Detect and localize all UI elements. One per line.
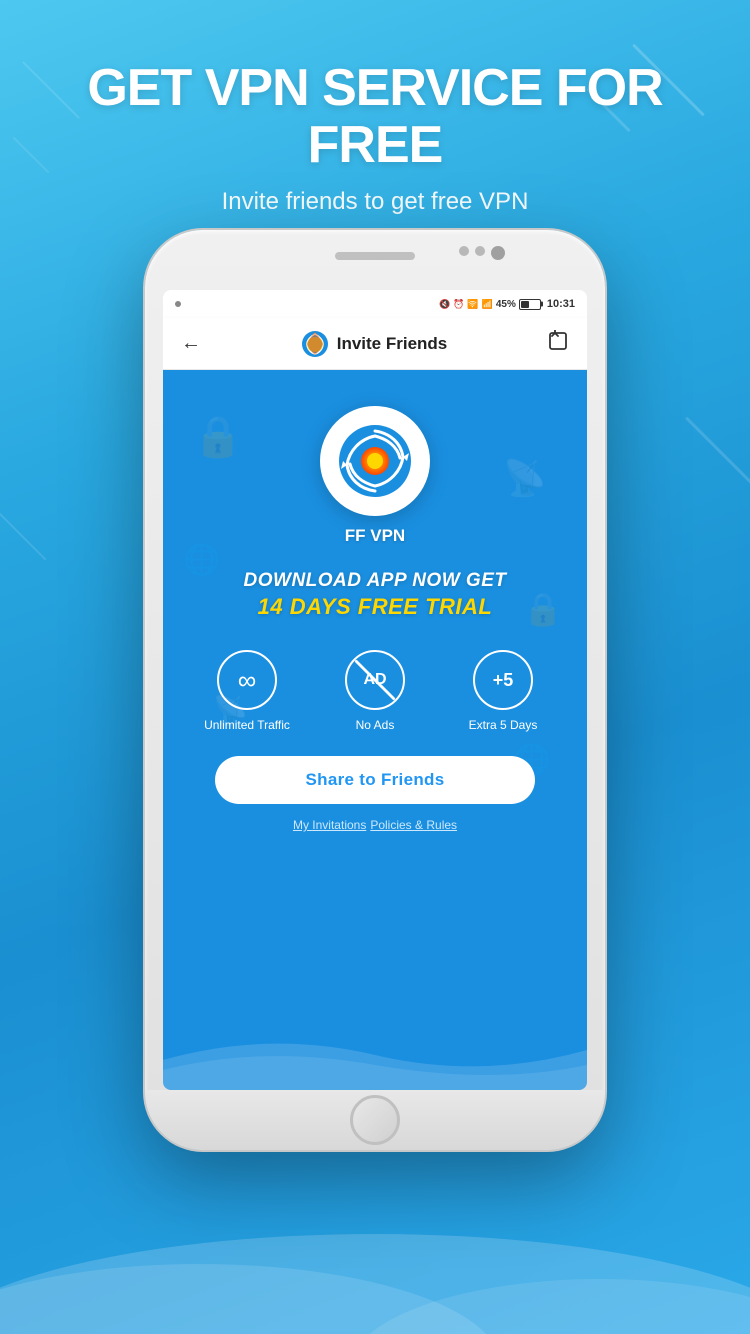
app-bottom-wave [163, 1010, 587, 1090]
svg-text:🌐: 🌐 [183, 542, 220, 577]
status-right: 🔇 ⏰ 🛜 📶 45% 10:31 [439, 298, 575, 310]
app-content: 🔒 📡 🌐 🔒 📡 🌐 [163, 370, 587, 1090]
camera-dots [459, 246, 505, 260]
camera-dot [475, 246, 485, 256]
vpn-logo-circle [320, 406, 430, 516]
share-icon [547, 330, 569, 352]
svg-text:🔒: 🔒 [523, 591, 563, 627]
signal-icon: 📶 [482, 299, 493, 310]
svg-text:📡: 📡 [503, 456, 547, 498]
phone-top-bar [145, 230, 605, 290]
feature-unlimited-traffic: ∞ Unlimited Traffic [197, 650, 297, 732]
unlimited-traffic-label: Unlimited Traffic [204, 718, 290, 732]
landscape-decoration [0, 1194, 750, 1334]
feature-extra-days: +5 Extra 5 Days [453, 650, 553, 732]
features-row: ∞ Unlimited Traffic AD No A [163, 650, 587, 732]
no-icon-slash [347, 652, 403, 708]
no-ads-icon: AD [345, 650, 405, 710]
phone-body: 🔇 ⏰ 🛜 📶 45% 10:31 ← [145, 230, 605, 1150]
nav-title-area: Invite Friends [301, 330, 448, 358]
phone-screen: 🔇 ⏰ 🛜 📶 45% 10:31 ← [163, 290, 587, 1090]
back-button[interactable]: ← [181, 332, 201, 355]
no-ads-label: No Ads [356, 718, 395, 732]
vpn-logo-section: FF VPN [320, 406, 430, 546]
camera-dot [459, 246, 469, 256]
share-button-wrap: Share to Friends [215, 756, 535, 804]
battery-percent: 45% [496, 299, 516, 310]
svg-text:🔒: 🔒 [193, 415, 243, 459]
nav-title: Invite Friends [337, 334, 448, 354]
speaker-grill [335, 252, 415, 260]
time-display: 10:31 [547, 298, 575, 310]
policies-rules-link[interactable]: Policies & Rules [370, 818, 457, 832]
links-row: My Invitations Policies & Rules [293, 818, 457, 832]
main-title: GET VPN SERVICE FOR FREE [30, 60, 720, 174]
status-left [175, 301, 181, 307]
feature-no-ads: AD No Ads [325, 650, 425, 732]
vpn-name: FF VPN [345, 526, 405, 546]
nav-logo-icon [301, 330, 329, 358]
home-button[interactable] [350, 1095, 400, 1145]
mute-icon: 🔇 [439, 299, 450, 310]
promo-line1: DOWNLOAD APP NOW GET [244, 570, 507, 592]
promo-line2: 14 DAYS FREE TRIAL [244, 594, 507, 620]
header-section: GET VPN SERVICE FOR FREE Invite friends … [0, 60, 750, 216]
alarm-icon: ⏰ [453, 299, 464, 310]
phone-bottom [145, 1090, 605, 1150]
share-to-friends-button[interactable]: Share to Friends [215, 756, 535, 804]
vpn-logo-svg [335, 421, 415, 501]
my-invitations-link[interactable]: My Invitations [293, 818, 366, 832]
unlimited-traffic-icon: ∞ [217, 650, 277, 710]
status-bar: 🔇 ⏰ 🛜 📶 45% 10:31 [163, 290, 587, 318]
subtitle: Invite friends to get free VPN [30, 188, 720, 216]
extra-days-icon: +5 [473, 650, 533, 710]
extra-days-label: Extra 5 Days [469, 718, 538, 732]
status-dot [175, 301, 181, 307]
nav-share-button[interactable] [547, 330, 569, 357]
battery-icon [519, 299, 541, 310]
promo-section: DOWNLOAD APP NOW GET 14 DAYS FREE TRIAL [244, 570, 507, 620]
front-camera [491, 246, 505, 260]
nav-bar: ← Invite Friends [163, 318, 587, 370]
phone-mockup: 🔇 ⏰ 🛜 📶 45% 10:31 ← [145, 230, 605, 1150]
wifi-icon: 🛜 [467, 299, 478, 310]
